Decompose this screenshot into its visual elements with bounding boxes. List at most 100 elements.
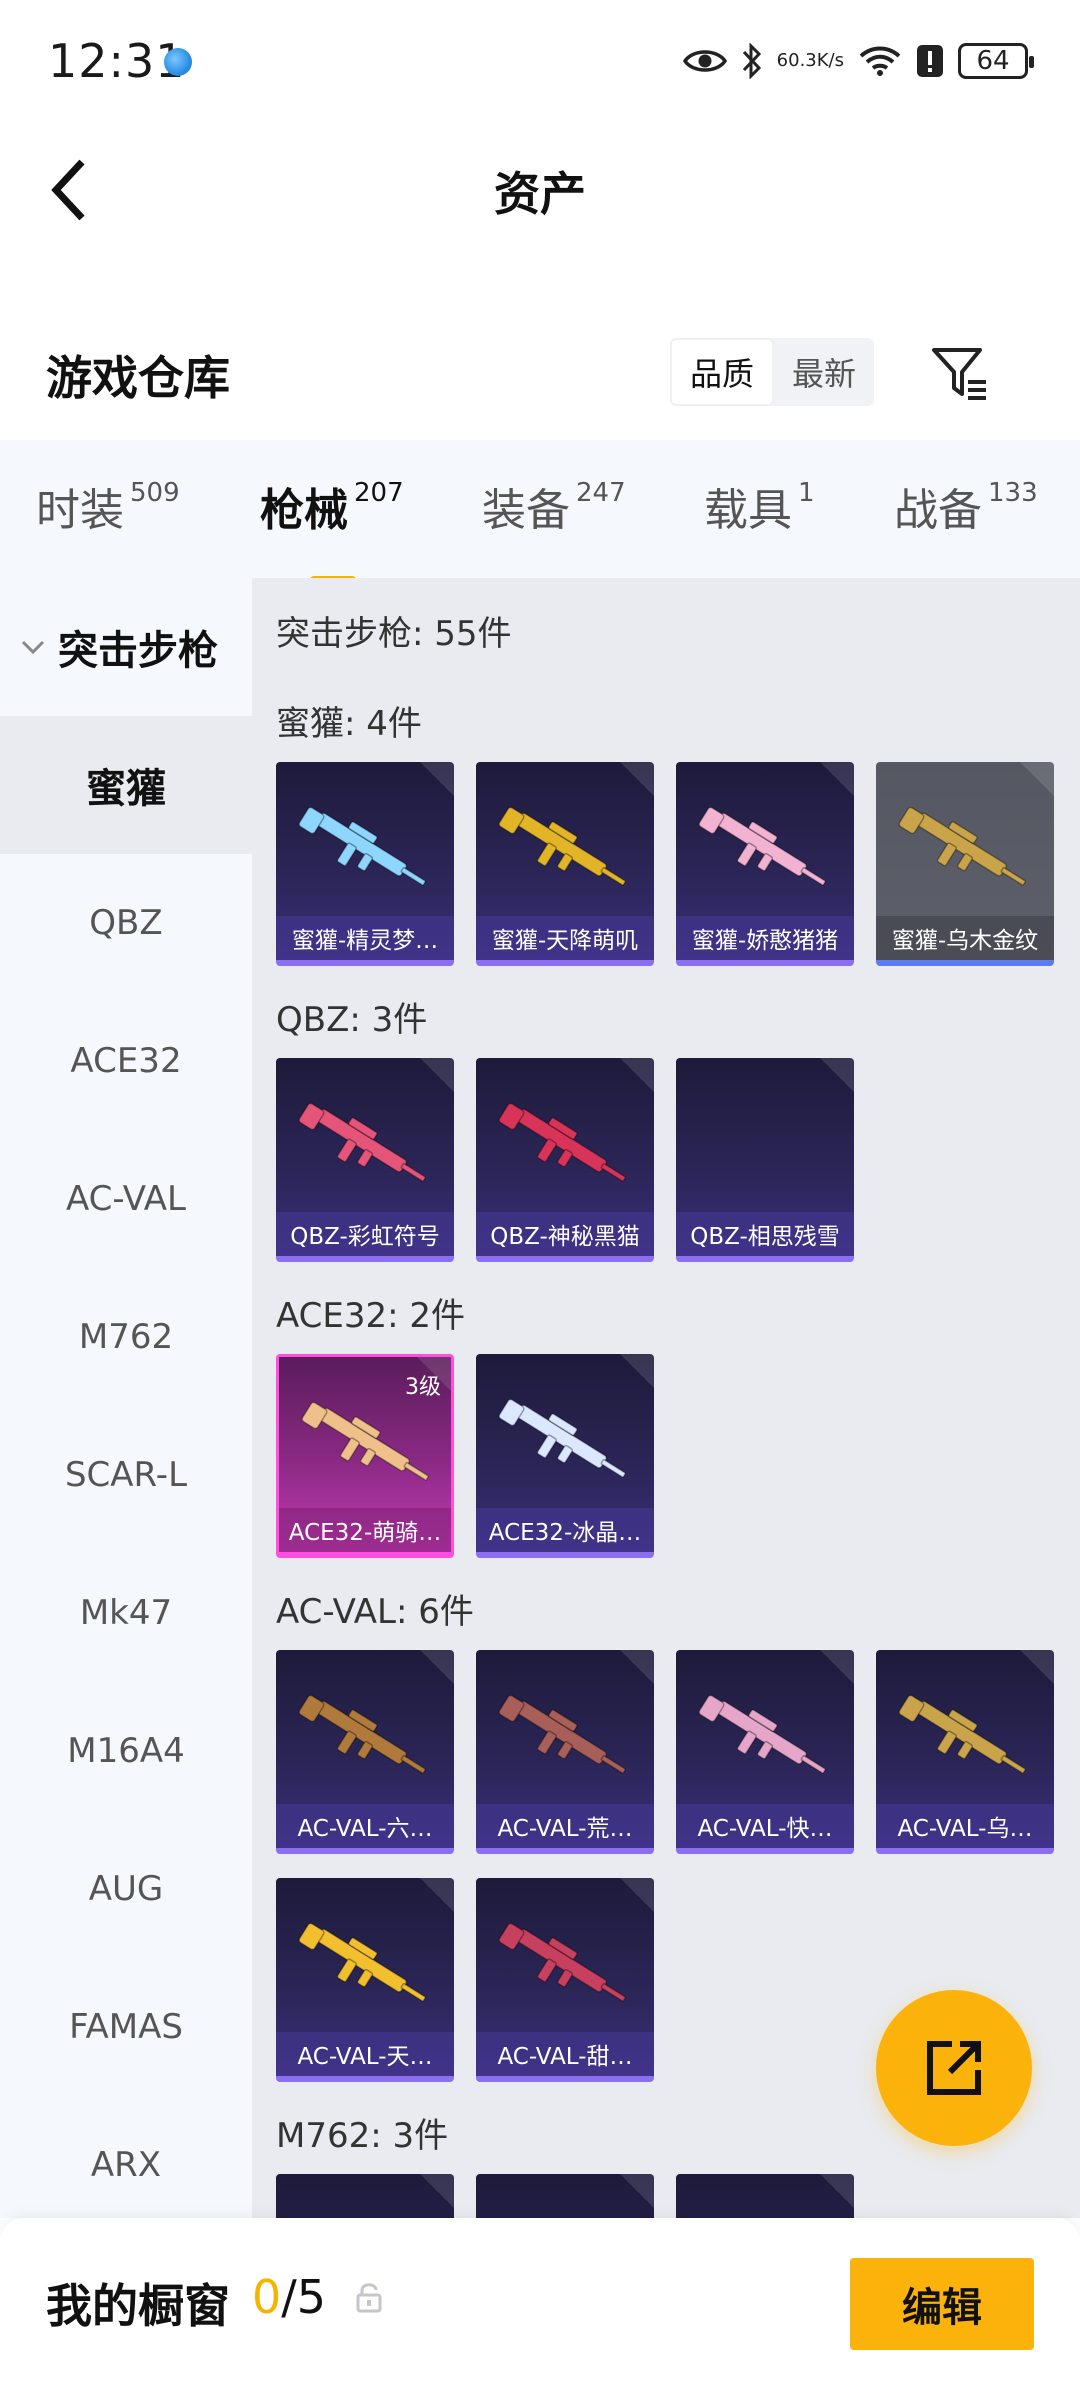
side-item-m762[interactable]: M762: [0, 1268, 252, 1406]
side-item-arx[interactable]: ARX: [0, 2096, 252, 2234]
showcase-count: 0/5: [252, 2270, 327, 2324]
sort-quality-option[interactable]: 品质: [670, 338, 775, 406]
chevron-down-icon: [21, 640, 45, 655]
weapon-card[interactable]: AC-VAL-荒…: [476, 1650, 654, 1854]
nav-bar: 资产: [0, 126, 1080, 252]
side-item-scar-l[interactable]: SCAR-L: [0, 1406, 252, 1544]
weapon-skin-image: [301, 1401, 430, 1481]
weapon-card-name: 蜜獾-精灵梦…: [276, 916, 454, 960]
weapon-card[interactable]: AC-VAL-天…: [276, 1878, 454, 2082]
tab-firearms[interactable]: 枪械 207: [260, 474, 404, 584]
page-title: 资产: [494, 167, 586, 221]
weapon-card[interactable]: 蜜獾-娇憨猪猪: [676, 762, 854, 966]
weapon-card[interactable]: [476, 2174, 654, 2218]
bottom-bar: 我的橱窗 0/5 编辑: [0, 2218, 1080, 2382]
weapon-skin-image: [298, 1102, 427, 1182]
weapon-card[interactable]: [276, 2174, 454, 2218]
category-tabs: 时装 509 枪械 207 装备 247 载具 1 战备 133: [0, 440, 1080, 584]
wifi-icon: [858, 45, 902, 77]
weapon-card[interactable]: AC-VAL-快…: [676, 1650, 854, 1854]
weapon-card-name: AC-VAL-天…: [276, 2032, 454, 2076]
weapon-skin-image: [498, 1398, 627, 1478]
weapon-card[interactable]: AC-VAL-甜…: [476, 1878, 654, 2082]
weapon-card-name: AC-VAL-甜…: [476, 2032, 654, 2076]
weapon-card-name: ACE32-萌骑…: [279, 1508, 451, 1552]
weapon-skin-image: [290, 2200, 440, 2218]
weapon-skin-image: [298, 806, 427, 886]
tab-equipment[interactable]: 装备 247: [482, 474, 626, 538]
section-title: 蜜獾: 4件: [276, 704, 422, 744]
weapon-card-name: AC-VAL-乌…: [876, 1804, 1054, 1848]
eye-icon: [682, 46, 727, 76]
share-button[interactable]: [876, 1990, 1032, 2146]
weapon-skin-image: [898, 1694, 1027, 1774]
sort-toggle: 品质 最新: [670, 338, 875, 406]
weapon-card[interactable]: 3级 ACE32-萌骑…: [276, 1354, 454, 1558]
status-bar: 12:31 60.3 K/s 64: [0, 0, 1080, 126]
edit-button[interactable]: 编辑: [850, 2258, 1034, 2350]
weapon-skin-image: [498, 1102, 627, 1182]
weapon-card-name: 蜜獾-乌木金纹: [876, 916, 1054, 960]
weapon-card[interactable]: QBZ-相思残雪: [676, 1058, 854, 1262]
section-title: QBZ: 3件: [276, 1000, 428, 1040]
weapon-card[interactable]: ACE32-冰晶…: [476, 1354, 654, 1558]
side-item-m16a4[interactable]: M16A4: [0, 1682, 252, 1820]
weapon-card-name: 蜜獾-娇憨猪猪: [676, 916, 854, 960]
battery-icon: 64: [958, 43, 1034, 79]
weapon-skin-image: [498, 1694, 627, 1774]
weapon-card[interactable]: AC-VAL-六…: [276, 1650, 454, 1854]
sort-newest-option[interactable]: 最新: [774, 338, 874, 406]
tab-vehicles[interactable]: 载具 1: [704, 474, 815, 538]
side-item-honey-badger[interactable]: 蜜獾: [0, 716, 252, 854]
side-group-assault-rifles[interactable]: 突击步枪: [0, 578, 252, 716]
weapon-skin-image: [690, 1084, 840, 1204]
alert-icon: [916, 44, 944, 78]
weapon-card[interactable]: 蜜獾-乌木金纹: [876, 762, 1054, 966]
weapon-card[interactable]: 蜜獾-天降萌叽: [476, 762, 654, 966]
section-title: M762: 3件: [276, 2116, 449, 2156]
weapon-card-name: QBZ-彩虹符号: [276, 1212, 454, 1256]
tab-gear[interactable]: 战备 133: [894, 474, 1038, 538]
weapon-card[interactable]: AC-VAL-乌…: [876, 1650, 1054, 1854]
weapon-skin-image: [698, 806, 827, 886]
weapon-card-name: AC-VAL-快…: [676, 1804, 854, 1848]
weapon-skin-image: [898, 806, 1027, 886]
weapon-skin-image: [498, 1922, 627, 2002]
bluetooth-icon: [741, 43, 763, 79]
section-title: AC-VAL: 6件: [276, 1592, 474, 1632]
weapon-card[interactable]: [676, 2174, 854, 2218]
weapon-skin-image: [298, 1694, 427, 1774]
side-item-mk47[interactable]: Mk47: [0, 1544, 252, 1682]
weapon-skin-image: [698, 1694, 827, 1774]
filter-button[interactable]: [928, 342, 992, 406]
side-nav: 突击步枪 蜜獾 QBZ ACE32 AC-VAL M762 SCAR-L Mk4…: [0, 578, 252, 2218]
weapon-skin-image: [498, 806, 627, 886]
category-summary: 突击步枪: 55件: [276, 614, 512, 654]
weapon-card[interactable]: 蜜獾-精灵梦…: [276, 762, 454, 966]
network-speed: 60.3 K/s: [776, 50, 844, 71]
weapon-card-name: ACE32-冰晶…: [476, 1508, 654, 1552]
weapon-card[interactable]: QBZ-彩虹符号: [276, 1058, 454, 1262]
tab-fashion[interactable]: 时装 509: [36, 474, 180, 538]
app-notification-icon: [164, 48, 192, 76]
filter-icon: [932, 348, 986, 400]
weapon-card-name: QBZ-神秘黑猫: [476, 1212, 654, 1256]
weapon-card-name: QBZ-相思残雪: [676, 1212, 854, 1256]
weapon-skin-image: [298, 1922, 427, 2002]
weapon-skin-image: [690, 2200, 840, 2218]
status-icons: 60.3 K/s 64: [682, 38, 1034, 84]
side-item-famas[interactable]: FAMAS: [0, 1958, 252, 2096]
weapon-card[interactable]: QBZ-神秘黑猫: [476, 1058, 654, 1262]
weapon-card-name: 蜜獾-天降萌叽: [476, 916, 654, 960]
side-item-qbz[interactable]: QBZ: [0, 854, 252, 992]
side-item-aug[interactable]: AUG: [0, 1820, 252, 1958]
side-item-ac-val[interactable]: AC-VAL: [0, 1130, 252, 1268]
weapon-card-name: AC-VAL-六…: [276, 1804, 454, 1848]
warehouse-header: 游戏仓库 品质 最新: [0, 320, 1080, 440]
section-title: ACE32: 2件: [276, 1296, 466, 1336]
showcase-label: 我的橱窗: [46, 2279, 230, 2333]
warehouse-title: 游戏仓库: [46, 351, 230, 405]
side-item-ace32[interactable]: ACE32: [0, 992, 252, 1130]
share-external-icon: [927, 2041, 981, 2095]
lock-icon: [356, 2283, 382, 2313]
